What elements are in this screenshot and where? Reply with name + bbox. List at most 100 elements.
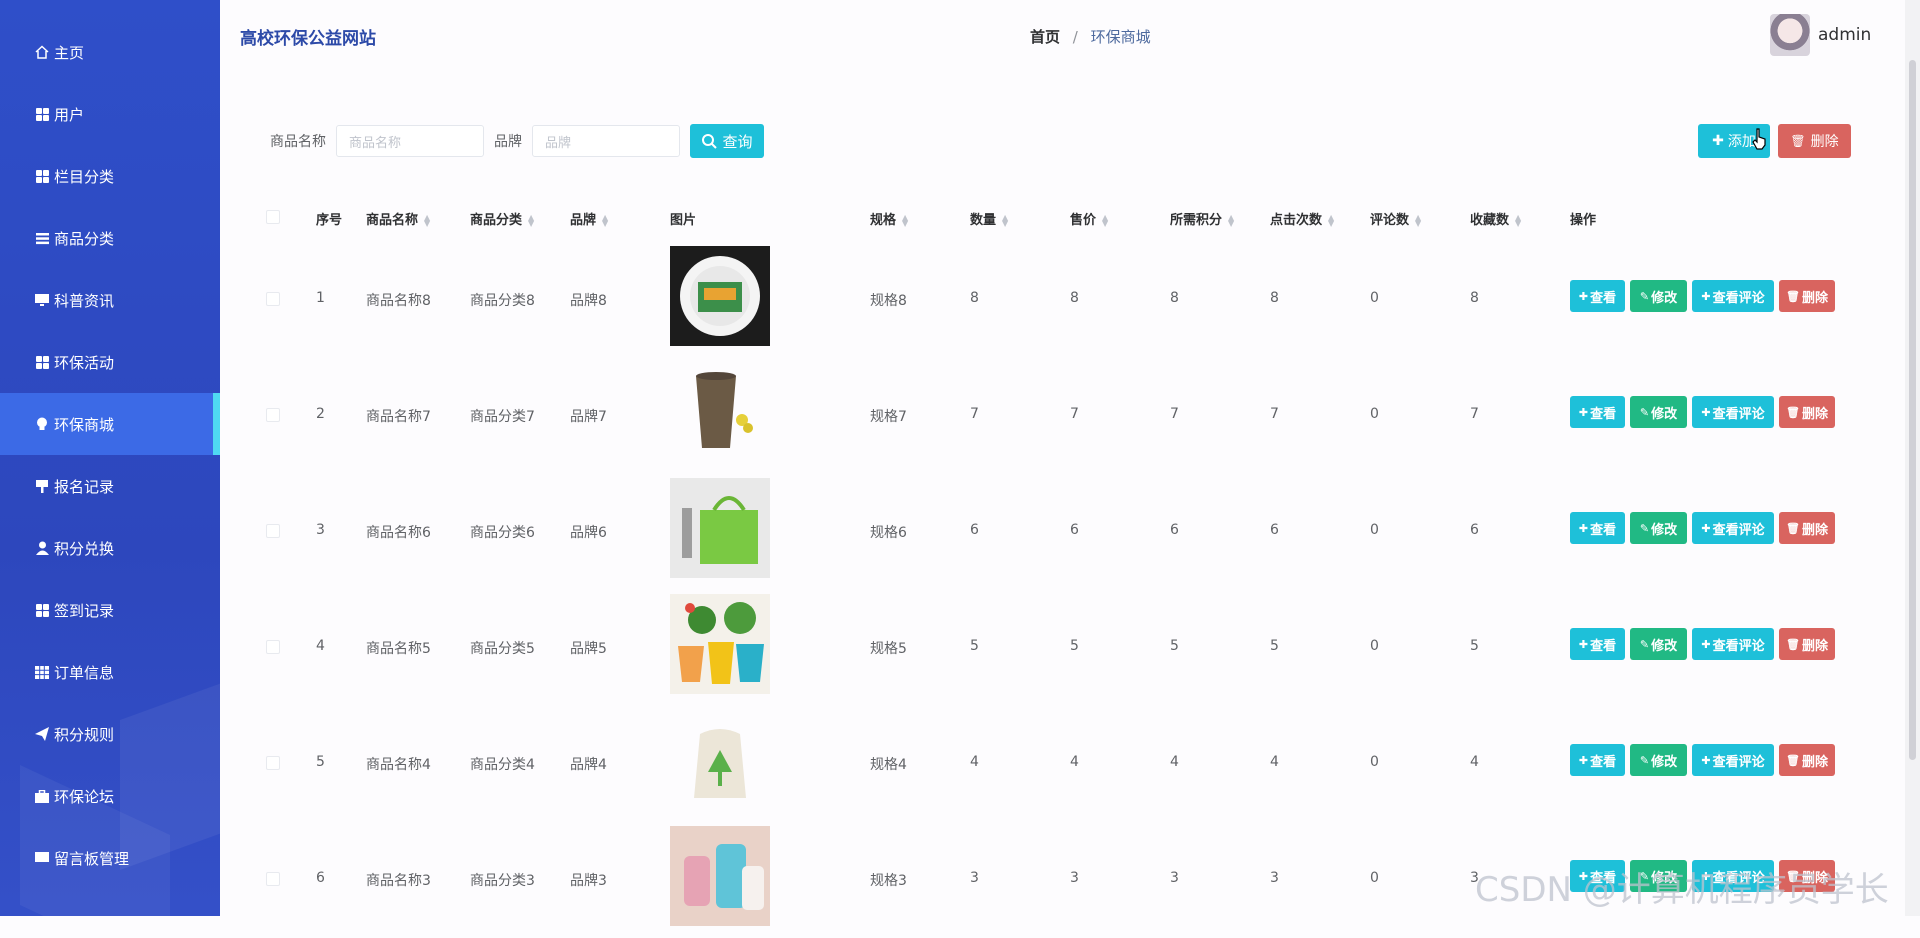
view-comments-button[interactable]: ✚ 查看评论 <box>1692 628 1774 660</box>
delete-button[interactable]: 🗑 删除 <box>1779 280 1835 312</box>
cell-favorites: 5 <box>1470 638 1479 654</box>
sidebar-item[interactable]: 用户 <box>0 83 220 145</box>
cell-spec: 规格3 <box>870 873 907 889</box>
row-checkbox[interactable] <box>266 756 280 770</box>
edit-button[interactable]: ✎ 修改 <box>1630 744 1687 776</box>
cell-name: 商品名称3 <box>366 873 431 889</box>
edit-button[interactable]: ✎ 修改 <box>1630 280 1687 312</box>
product-image <box>670 826 770 926</box>
breadcrumb-home[interactable]: 首页 <box>1030 28 1060 46</box>
delete-button[interactable]: 🗑 删除 <box>1779 628 1835 660</box>
sidebar-item[interactable]: 栏目分类 <box>0 145 220 207</box>
plus-icon: ✚ <box>1701 289 1711 303</box>
row-actions: ✚ 查看 ✎ 修改 ✚ 查看评论 🗑 删除 <box>1570 280 1835 312</box>
column-header[interactable]: 点击次数 ▲ ▼ <box>1270 209 1334 228</box>
row-checkbox[interactable] <box>266 292 280 306</box>
column-header: 图片 <box>670 209 696 228</box>
column-header[interactable]: 所需积分 ▲ ▼ <box>1170 209 1234 228</box>
breadcrumb: 首页 / 环保商城 <box>1030 26 1151 47</box>
plus-icon: ✚ <box>1578 405 1589 419</box>
delete-button[interactable]: 🗑 删除 <box>1779 512 1835 544</box>
column-header[interactable]: 商品分类 ▲ ▼ <box>470 209 534 228</box>
cell-spec: 规格8 <box>870 293 907 309</box>
column-header[interactable]: 数量 ▲ ▼ <box>970 209 1008 228</box>
edit-button[interactable]: ✎ 修改 <box>1630 628 1687 660</box>
sidebar-item[interactable]: 主页 <box>0 21 220 83</box>
trash-icon: 🗑 <box>1786 289 1800 303</box>
sort-caret-icon[interactable]: ▲ ▼ <box>1002 213 1008 227</box>
cell-brand: 品牌5 <box>570 641 607 657</box>
cell-price: 8 <box>1070 290 1079 306</box>
cell-favorites: 6 <box>1470 522 1479 538</box>
view-comments-button[interactable]: ✚ 查看评论 <box>1692 744 1774 776</box>
cell-points: 3 <box>1170 870 1179 886</box>
view-comments-button-label: 查看评论 <box>1712 638 1765 654</box>
view-button[interactable]: ✚ 查看 <box>1570 744 1625 776</box>
avatar[interactable] <box>1770 14 1810 56</box>
trash-icon: 🗑 <box>1786 637 1800 651</box>
row-checkbox[interactable] <box>266 872 280 886</box>
cell-index: 5 <box>316 754 325 770</box>
table-row: 4 商品名称5 商品分类5 品牌5 规格5 5 5 5 5 0 5 ✚ 查看 ✎ 修改 ✚ 查看评论 🗑 删除 <box>0 590 1900 706</box>
plus-icon: ✚ <box>1578 289 1589 303</box>
cell-category: 商品分类3 <box>470 873 535 889</box>
view-button-label: 查看 <box>1590 522 1617 538</box>
delete-button[interactable]: 🗑 删除 <box>1779 744 1835 776</box>
name-search-input[interactable]: 商品名称 <box>336 125 484 157</box>
bulk-delete-button[interactable]: 🗑 删除 <box>1778 124 1851 158</box>
scrollbar-thumb[interactable] <box>1909 60 1916 760</box>
sort-caret-icon[interactable]: ▲ ▼ <box>424 213 430 227</box>
select-all-checkbox[interactable] <box>266 210 280 224</box>
edit-button[interactable]: ✎ 修改 <box>1630 512 1687 544</box>
cell-brand: 品牌8 <box>570 293 607 309</box>
column-header-label: 操作 <box>1570 213 1597 228</box>
cell-clicks: 8 <box>1270 290 1279 306</box>
row-checkbox[interactable] <box>266 640 280 654</box>
view-button[interactable]: ✚ 查看 <box>1570 628 1625 660</box>
grid-icon <box>34 106 50 122</box>
cell-comments: 0 <box>1370 406 1379 422</box>
sort-caret-icon[interactable]: ▲ ▼ <box>1228 213 1234 227</box>
cell-spec: 规格6 <box>870 525 907 541</box>
row-checkbox[interactable] <box>266 524 280 538</box>
column-header[interactable]: 售价 ▲ ▼ <box>1070 209 1108 228</box>
delete-button[interactable]: 🗑 删除 <box>1779 396 1835 428</box>
view-comments-button[interactable]: ✚ 查看评论 <box>1692 512 1774 544</box>
column-header[interactable]: 评论数 ▲ ▼ <box>1370 209 1421 228</box>
product-image <box>670 594 770 694</box>
column-header-label: 数量 <box>970 213 997 228</box>
column-header[interactable]: 规格 ▲ ▼ <box>870 209 908 228</box>
sort-caret-icon[interactable]: ▲ ▼ <box>1328 213 1334 227</box>
cell-comments: 0 <box>1370 870 1379 886</box>
view-comments-button-label: 查看评论 <box>1712 406 1765 422</box>
column-header[interactable]: 收藏数 ▲ ▼ <box>1470 209 1521 228</box>
sort-caret-icon[interactable]: ▲ ▼ <box>1515 213 1521 227</box>
cell-index: 6 <box>316 870 325 886</box>
query-button[interactable]: 查询 <box>690 124 764 158</box>
edit-button[interactable]: ✎ 修改 <box>1630 396 1687 428</box>
edit-button-label: 修改 <box>1651 290 1678 306</box>
view-button[interactable]: ✚ 查看 <box>1570 512 1625 544</box>
brand-search-input[interactable]: 品牌 <box>532 125 680 157</box>
username[interactable]: admin <box>1818 25 1871 45</box>
view-comments-button-label: 查看评论 <box>1712 522 1765 538</box>
search-bar: 商品名称 商品名称 品牌 品牌 查询 <box>270 124 764 158</box>
sort-caret-icon[interactable]: ▲ ▼ <box>528 213 534 227</box>
sort-caret-icon[interactable]: ▲ ▼ <box>1415 213 1421 227</box>
vertical-scrollbar[interactable] <box>1905 0 1920 916</box>
view-comments-button[interactable]: ✚ 查看评论 <box>1692 280 1774 312</box>
view-comments-button[interactable]: ✚ 查看评论 <box>1692 396 1774 428</box>
column-header[interactable]: 商品名称 ▲ ▼ <box>366 209 430 228</box>
home-icon <box>34 44 50 60</box>
sort-caret-icon[interactable]: ▲ ▼ <box>902 213 908 227</box>
view-button[interactable]: ✚ 查看 <box>1570 280 1625 312</box>
sort-caret-icon[interactable]: ▲ ▼ <box>1102 213 1108 227</box>
view-button[interactable]: ✚ 查看 <box>1570 396 1625 428</box>
table-row: 5 商品名称4 商品分类4 品牌4 规格4 4 4 4 4 0 4 ✚ 查看 ✎ 修改 ✚ 查看评论 🗑 删除 <box>0 706 1900 822</box>
row-checkbox[interactable] <box>266 408 280 422</box>
cell-points: 5 <box>1170 638 1179 654</box>
sort-caret-icon[interactable]: ▲ ▼ <box>602 213 608 227</box>
column-header-label: 规格 <box>870 213 897 228</box>
cell-favorites: 4 <box>1470 754 1479 770</box>
column-header[interactable]: 品牌 ▲ ▼ <box>570 209 608 228</box>
